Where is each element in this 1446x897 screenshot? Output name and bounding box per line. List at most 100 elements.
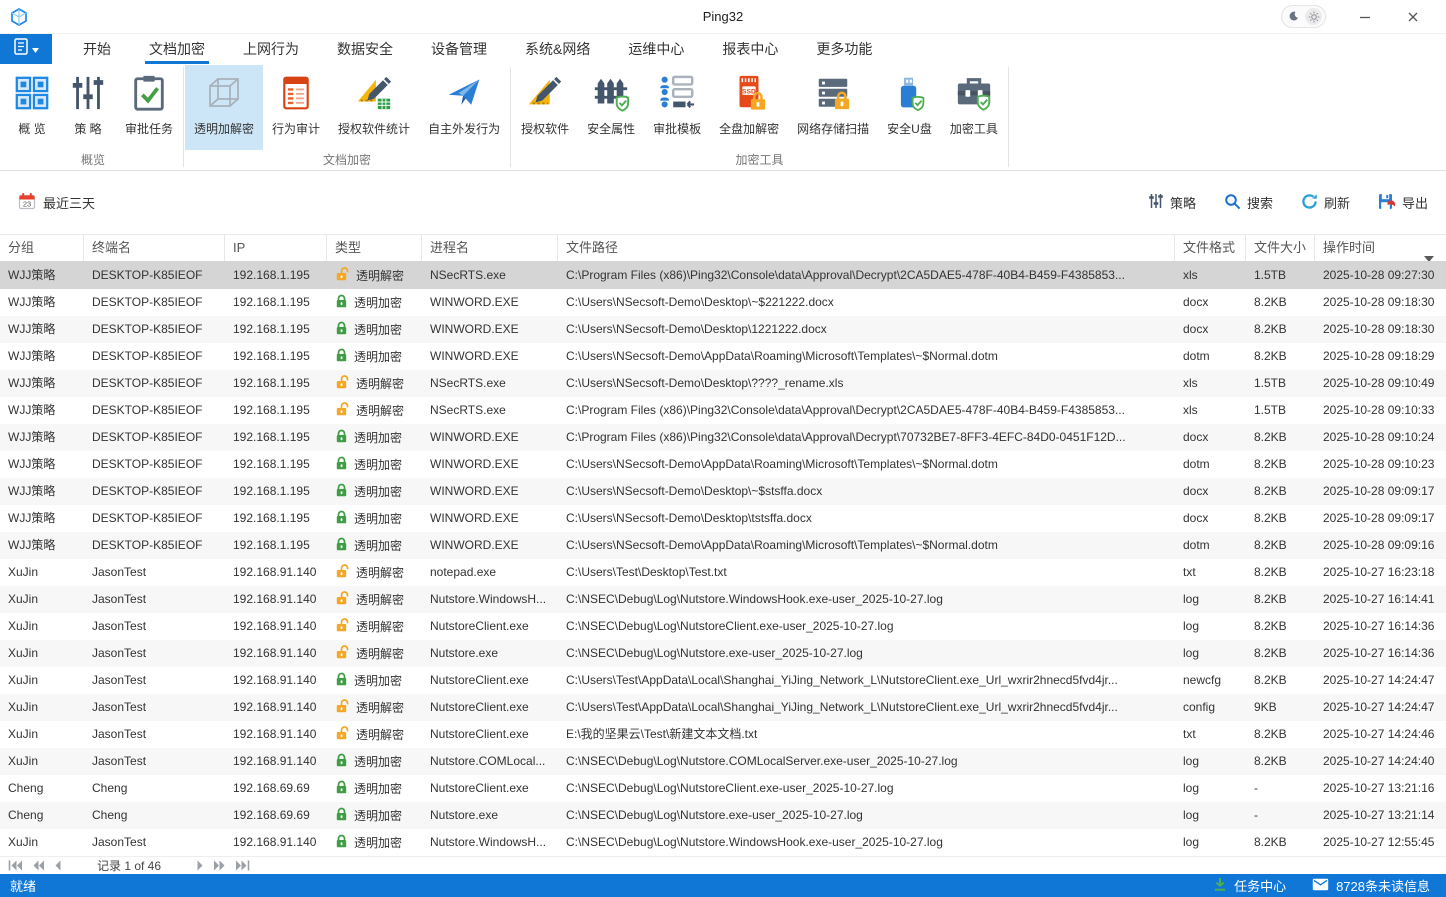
table-row[interactable]: WJJ策略DESKTOP-K85IEOF192.168.1.195透明解密NSe…	[0, 370, 1446, 397]
pager-prev-button[interactable]	[54, 860, 62, 871]
ribbon-button[interactable]: 策 略	[60, 65, 116, 150]
ip-cell: 192.168.1.195	[225, 316, 327, 343]
lock-open-icon	[335, 591, 350, 608]
table-row[interactable]: WJJ策略DESKTOP-K85IEOF192.168.1.195透明加密WIN…	[0, 316, 1446, 343]
file-format-cell: dotm	[1175, 343, 1246, 370]
close-button[interactable]	[1404, 8, 1422, 26]
toolbar-action-button[interactable]: 刷新	[1301, 193, 1350, 213]
file-format-cell: xls	[1175, 397, 1246, 424]
column-header[interactable]: 文件大小	[1246, 235, 1315, 261]
file-path-cell: C:\Users\NSecsoft-Demo\Desktop\????_rena…	[558, 370, 1175, 397]
table-row[interactable]: ChengCheng192.168.69.69透明加密Nutstore.exeC…	[0, 802, 1446, 829]
table-row[interactable]: XuJinJasonTest192.168.91.140透明加密Nutstore…	[0, 829, 1446, 856]
table-row[interactable]: XuJinJasonTest192.168.91.140透明解密Nutstore…	[0, 721, 1446, 748]
ribbon-button[interactable]: 审批模板	[644, 65, 710, 150]
lock-closed-icon	[335, 456, 348, 473]
ribbon-button[interactable]: 概 览	[4, 65, 60, 150]
column-header[interactable]: 分组	[0, 235, 84, 261]
toolbar-action-button[interactable]: 搜索	[1224, 193, 1273, 213]
pager-last-button[interactable]	[235, 860, 250, 871]
menu-tab[interactable]: 上网行为	[224, 34, 318, 64]
app-menu-button[interactable]	[0, 34, 52, 64]
menu-tab[interactable]: 数据安全	[318, 34, 412, 64]
table-row[interactable]: WJJ策略DESKTOP-K85IEOF192.168.1.195透明加密WIN…	[0, 532, 1446, 559]
menu-tab[interactable]: 开始	[64, 34, 130, 64]
task-center-button[interactable]: 任务中心	[1213, 876, 1286, 895]
menu-tab[interactable]: 设备管理	[412, 34, 506, 64]
table-row[interactable]: XuJinJasonTest192.168.91.140透明解密Nutstore…	[0, 640, 1446, 667]
column-header[interactable]: 类型	[327, 235, 422, 261]
ribbon-button[interactable]: 自主外发行为	[419, 65, 509, 150]
time-cell: 2025-10-27 14:24:46	[1315, 721, 1446, 748]
column-header[interactable]: 文件路径	[558, 235, 1175, 261]
lock-closed-icon	[335, 672, 348, 689]
ribbon-button[interactable]: 安全属性	[578, 65, 644, 150]
terminal-cell: DESKTOP-K85IEOF	[84, 505, 225, 532]
column-header[interactable]: IP	[225, 235, 327, 261]
ribbon-button[interactable]: 授权软件统计	[329, 65, 419, 150]
ribbon-button[interactable]: 透明加解密	[185, 65, 263, 150]
table-row[interactable]: WJJ策略DESKTOP-K85IEOF192.168.1.195透明加密WIN…	[0, 505, 1446, 532]
menu-tab[interactable]: 更多功能	[797, 34, 891, 64]
minimize-button[interactable]	[1356, 8, 1374, 26]
type-cell: 透明加密	[327, 829, 422, 856]
column-header[interactable]: 进程名	[422, 235, 558, 261]
menu-tab[interactable]: 文档加密	[130, 34, 224, 64]
table-row[interactable]: XuJinJasonTest192.168.91.140透明解密Nutstore…	[0, 694, 1446, 721]
table-row[interactable]: XuJinJasonTest192.168.91.140透明解密Nutstore…	[0, 586, 1446, 613]
table-row[interactable]: WJJ策略DESKTOP-K85IEOF192.168.1.195透明加密WIN…	[0, 451, 1446, 478]
table-row[interactable]: WJJ策略DESKTOP-K85IEOF192.168.1.195透明加密WIN…	[0, 289, 1446, 316]
filter-arrow-icon[interactable]	[1424, 245, 1434, 261]
table-row[interactable]: WJJ策略DESKTOP-K85IEOF192.168.1.195透明加密WIN…	[0, 343, 1446, 370]
ribbon-button[interactable]: SSD全盘加解密	[710, 65, 788, 150]
ribbon-group-label: 加密工具	[512, 150, 1007, 173]
column-header[interactable]: 操作时间	[1315, 235, 1446, 261]
pager-next-group-button[interactable]	[213, 860, 226, 871]
ribbon-button[interactable]: 授权软件	[512, 65, 578, 150]
theme-toggle[interactable]	[1281, 5, 1326, 28]
table-row[interactable]: XuJinJasonTest192.168.91.140透明解密notepad.…	[0, 559, 1446, 586]
column-header[interactable]: 终端名	[84, 235, 225, 261]
file-size-cell: 8.2KB	[1246, 559, 1315, 586]
table-row[interactable]: WJJ策略DESKTOP-K85IEOF192.168.1.195透明解密NSe…	[0, 262, 1446, 289]
date-range-filter[interactable]: 23 最近三天	[18, 192, 95, 213]
dark-mode-moon-icon[interactable]	[1285, 8, 1302, 25]
ribbon-button[interactable]: 审批任务	[116, 65, 182, 150]
ribbon-group: 透明加解密行为审计授权软件统计自主外发行为文档加密	[185, 64, 509, 170]
table-row[interactable]: XuJinJasonTest192.168.91.140透明加密Nutstore…	[0, 667, 1446, 694]
status-bar: 就绪 任务中心 8728条未读信息	[0, 874, 1446, 897]
unread-messages-button[interactable]: 8728条未读信息	[1312, 876, 1430, 895]
light-mode-sun-icon[interactable]	[1305, 8, 1322, 25]
chevron-down-icon	[32, 40, 39, 58]
ribbon-button[interactable]: 行为审计	[263, 65, 329, 150]
menu-bar: 开始文档加密上网行为数据安全设备管理系统&网络运维中心报表中心更多功能	[0, 34, 1446, 64]
lock-open-icon	[335, 267, 350, 284]
ribbon-button[interactable]: 网络存储扫描	[788, 65, 878, 150]
group-cell: XuJin	[0, 748, 84, 775]
ribbon-button[interactable]: 安全U盘	[878, 65, 941, 150]
table-row[interactable]: WJJ策略DESKTOP-K85IEOF192.168.1.195透明加密WIN…	[0, 424, 1446, 451]
ruler-pencil-icon	[525, 73, 565, 113]
ribbon-button[interactable]: 加密工具	[941, 65, 1007, 150]
toolbar-action-button[interactable]: 策略	[1148, 193, 1196, 212]
menu-tab[interactable]: 运维中心	[609, 34, 703, 64]
table-row[interactable]: XuJinJasonTest192.168.91.140透明解密Nutstore…	[0, 613, 1446, 640]
menu-tab[interactable]: 报表中心	[703, 34, 797, 64]
column-header[interactable]: 文件格式	[1175, 235, 1246, 261]
pager-prev-group-button[interactable]	[32, 860, 45, 871]
type-cell: 透明解密	[327, 559, 422, 586]
file-path-cell: C:\Users\NSecsoft-Demo\Desktop\~$221222.…	[558, 289, 1175, 316]
table-row[interactable]: WJJ策略DESKTOP-K85IEOF192.168.1.195透明加密WIN…	[0, 478, 1446, 505]
table-header: 分组终端名IP类型进程名文件路径文件格式文件大小操作时间	[0, 234, 1446, 262]
type-cell: 透明解密	[327, 721, 422, 748]
pager-next-button[interactable]	[196, 860, 204, 871]
table-row[interactable]: ChengCheng192.168.69.69透明加密NutstoreClien…	[0, 775, 1446, 802]
file-path-cell: C:\NSEC\Debug\Log\Nutstore.exe-user_2025…	[558, 640, 1175, 667]
menu-tab[interactable]: 系统&网络	[506, 34, 609, 64]
toolbar-action-button[interactable]: 导出	[1378, 193, 1428, 213]
table-row[interactable]: WJJ策略DESKTOP-K85IEOF192.168.1.195透明解密NSe…	[0, 397, 1446, 424]
lock-closed-icon	[335, 294, 348, 311]
pager-first-button[interactable]	[8, 860, 23, 871]
table-row[interactable]: XuJinJasonTest192.168.91.140透明加密Nutstore…	[0, 748, 1446, 775]
file-size-cell: 8.2KB	[1246, 343, 1315, 370]
